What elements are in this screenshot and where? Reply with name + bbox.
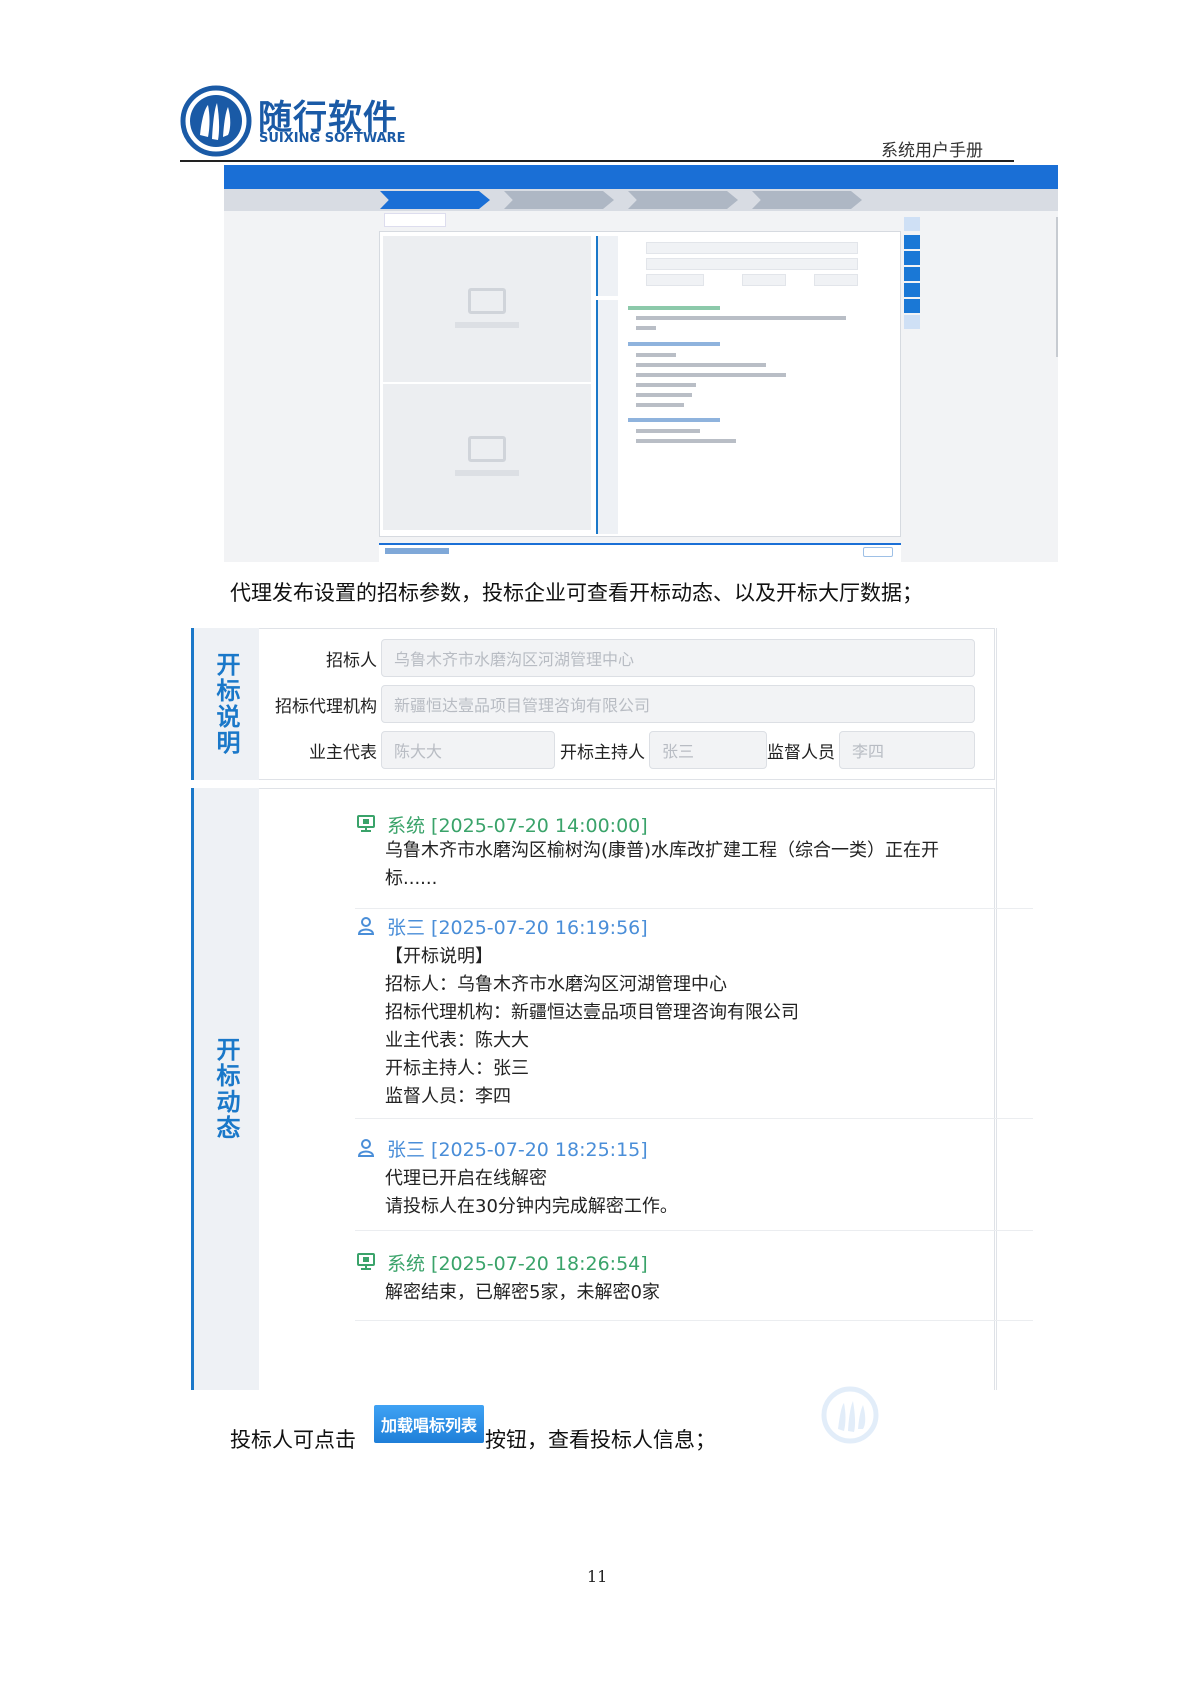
tenderer-label: 招标人 — [326, 651, 377, 671]
page-number: 11 — [587, 1567, 608, 1586]
bid-opening-screenshot-thumbnail — [224, 165, 1058, 562]
manual-title: 系统用户手册 — [881, 141, 983, 161]
owner-rep-field[interactable]: 陈大大 — [381, 731, 555, 769]
log-entry-line: 乌鲁木齐市水磨沟区榆树沟(康普)水库改扩建工程（综合一类）正在开 — [385, 840, 940, 861]
log-entry-line: 请投标人在30分钟内完成解密工作。 — [385, 1196, 678, 1217]
step-3 — [628, 191, 738, 209]
watermark-logo — [821, 1386, 879, 1444]
supervisor-label: 监督人员 — [767, 743, 835, 763]
activity-log-section: 系统 [2025-07-20 14:00:00] 乌鲁木齐市水磨沟区榆树沟(康普… — [259, 788, 1033, 1390]
agency-field[interactable]: 新疆恒达壹品项目管理咨询有限公司 — [381, 685, 975, 723]
monitor-icon — [355, 1251, 377, 1273]
step-2 — [504, 191, 614, 209]
log-entry-line: 招标人：乌鲁木齐市水磨沟区河湖管理中心 — [385, 974, 727, 995]
log-entry-header: 系统 [2025-07-20 18:26:54] — [387, 1252, 648, 1275]
user-icon — [355, 1137, 377, 1159]
owner-rep-label: 业主代表 — [309, 743, 377, 763]
log-entry-line: 代理已开启在线解密 — [385, 1168, 547, 1189]
host-label: 开标主持人 — [560, 743, 645, 763]
bid-opening-panel: 开标说明 招标人 乌鲁木齐市水磨沟区河湖管理中心 招标代理机构 新疆恒达壹品项目… — [191, 628, 1033, 1390]
section-label-log: 开标动态 — [191, 788, 259, 1390]
video-placeholder — [383, 236, 591, 382]
brand-name-en: SUIXING SOFTWARE — [259, 131, 406, 146]
log-entry-header: 张三 [2025-07-20 16:19:56] — [387, 916, 648, 939]
log-entry: 系统 [2025-07-20 14:00:00] 乌鲁木齐市水磨沟区榆树沟(康普… — [355, 811, 1033, 909]
host-field[interactable]: 张三 — [649, 731, 767, 769]
log-entry: 张三 [2025-07-20 18:25:15] 代理已开启在线解密 请投标人在… — [355, 1135, 1033, 1231]
screenshot-step-bar — [224, 189, 1058, 211]
step-4 — [752, 191, 862, 209]
log-entry-header: 张三 [2025-07-20 18:25:15] — [387, 1138, 648, 1161]
log-entry-line: 标...... — [385, 868, 438, 889]
step-1 — [380, 191, 490, 209]
company-logo — [180, 85, 252, 157]
log-entry-line: 监督人员：李四 — [385, 1086, 511, 1107]
info-section: 招标人 乌鲁木齐市水磨沟区河湖管理中心 招标代理机构 新疆恒达壹品项目管理咨询有… — [259, 628, 995, 780]
log-entry-line: 解密结束，已解密5家，未解密0家 — [385, 1282, 660, 1303]
user-icon — [355, 915, 377, 937]
video-placeholder — [383, 384, 591, 530]
screenshot-bottom-bar — [379, 543, 901, 562]
log-entry: 张三 [2025-07-20 16:19:56] 【开标说明】 招标人：乌鲁木齐… — [355, 913, 1033, 1119]
paragraph-description: 代理发布设置的招标参数，投标企业可查看开标动态、以及开标大厅数据； — [230, 581, 923, 605]
load-bid-list-button[interactable]: 加载唱标列表 — [374, 1405, 484, 1443]
log-entry-header: 系统 [2025-07-20 14:00:00] — [387, 814, 648, 837]
screenshot-tab — [384, 213, 446, 227]
tenderer-field[interactable]: 乌鲁木齐市水磨沟区河湖管理中心 — [381, 639, 975, 677]
screenshot-title-bar — [224, 165, 1058, 189]
supervisor-field[interactable]: 李四 — [839, 731, 975, 769]
log-entry-line: 业主代表：陈大大 — [385, 1030, 529, 1051]
header-divider — [180, 160, 1014, 162]
log-entry-line: 招标代理机构：新疆恒达壹品项目管理咨询有限公司 — [385, 1002, 799, 1023]
video-icon — [468, 288, 506, 314]
video-icon — [468, 436, 506, 462]
log-entry: 系统 [2025-07-20 18:26:54] 解密结束，已解密5家，未解密0… — [355, 1249, 1033, 1321]
screenshot-main-panel — [379, 231, 901, 537]
paragraph-instruction-start: 投标人可点击 — [230, 1428, 356, 1452]
section-label-info: 开标说明 — [191, 628, 259, 780]
screenshot-scrollbar — [1056, 217, 1058, 357]
log-entry-line: 开标主持人：张三 — [385, 1058, 529, 1079]
agency-label: 招标代理机构 — [275, 697, 377, 717]
log-entry-line: 【开标说明】 — [385, 946, 493, 967]
paragraph-instruction-end: 按钮，查看投标人信息； — [485, 1428, 716, 1452]
monitor-icon — [355, 813, 377, 835]
